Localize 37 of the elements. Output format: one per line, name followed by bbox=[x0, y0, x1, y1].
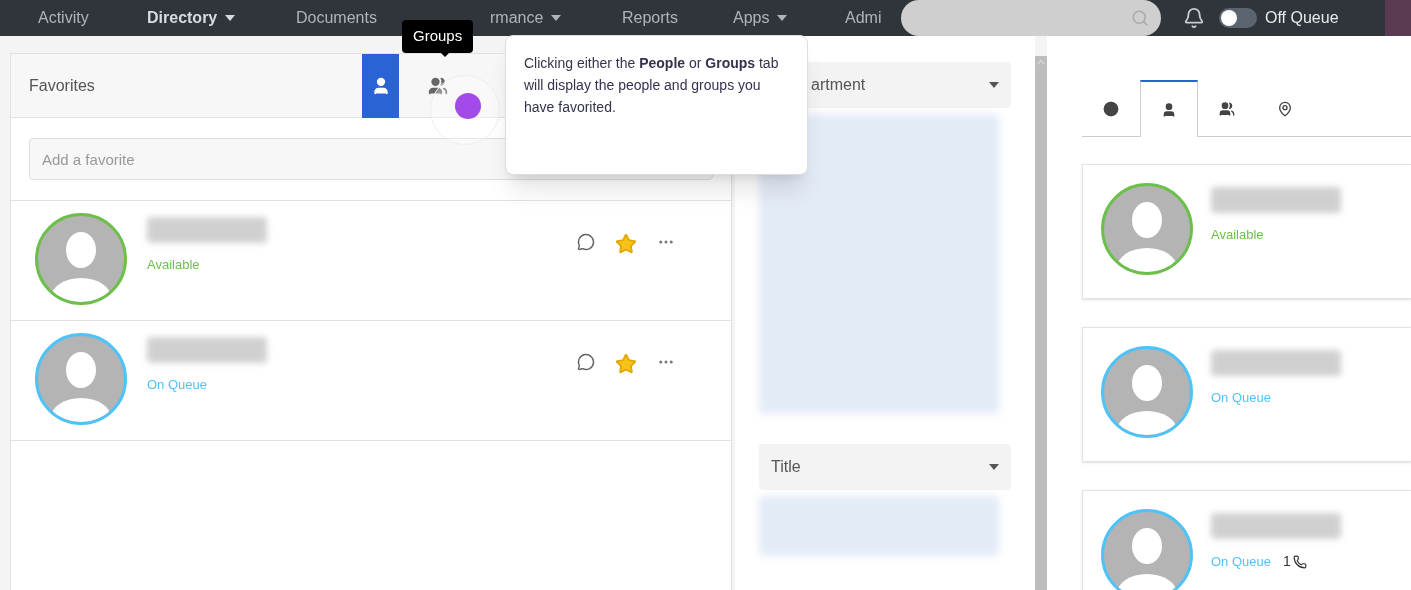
person-icon bbox=[1161, 101, 1177, 118]
people-tab[interactable] bbox=[362, 53, 399, 118]
nav-item[interactable]: Activity bbox=[38, 6, 147, 30]
map-pin-icon bbox=[1277, 100, 1293, 117]
tooltip: Groups bbox=[402, 20, 474, 53]
search-icon bbox=[1131, 9, 1149, 27]
star-icon[interactable] bbox=[615, 233, 637, 255]
people-icon bbox=[1219, 100, 1235, 117]
bell-icon[interactable] bbox=[1183, 7, 1205, 29]
presence-status: Available bbox=[147, 256, 201, 274]
nav-item[interactable]: Apps bbox=[733, 6, 845, 30]
person-tab[interactable] bbox=[1140, 80, 1198, 137]
star-icon[interactable] bbox=[615, 353, 637, 375]
queue-toggle[interactable] bbox=[1219, 8, 1257, 28]
caret-icon bbox=[989, 82, 999, 88]
nav-item[interactable]: Admi bbox=[845, 6, 901, 30]
presence-status: On Queue bbox=[1211, 389, 1271, 407]
caret-icon bbox=[989, 464, 999, 470]
tooltip-arrow bbox=[440, 52, 450, 57]
presence-status: On Queue bbox=[147, 376, 208, 394]
call-count: 1 bbox=[1283, 552, 1291, 571]
presence-status: Available bbox=[1211, 226, 1264, 244]
search-field[interactable] bbox=[901, 0, 1161, 36]
panel-title: Favorites bbox=[29, 75, 96, 96]
chat-icon[interactable] bbox=[577, 233, 595, 251]
presence-status: On Queue bbox=[1211, 552, 1271, 571]
profile-tile[interactable] bbox=[1385, 0, 1411, 36]
people-icon bbox=[427, 75, 448, 96]
nav-item[interactable]: Directory bbox=[147, 6, 296, 30]
queue-status: Off Queue bbox=[1265, 8, 1339, 28]
nav-item[interactable]: rmance bbox=[490, 6, 622, 30]
nav-item[interactable]: Reports bbox=[622, 6, 733, 30]
person-card[interactable]: On Queue 1 bbox=[1082, 490, 1411, 590]
scrollbar[interactable] bbox=[1035, 56, 1047, 590]
phone-icon bbox=[1292, 554, 1307, 569]
filter-dropdown[interactable]: Title bbox=[759, 444, 1011, 490]
chat-icon[interactable] bbox=[577, 353, 595, 371]
